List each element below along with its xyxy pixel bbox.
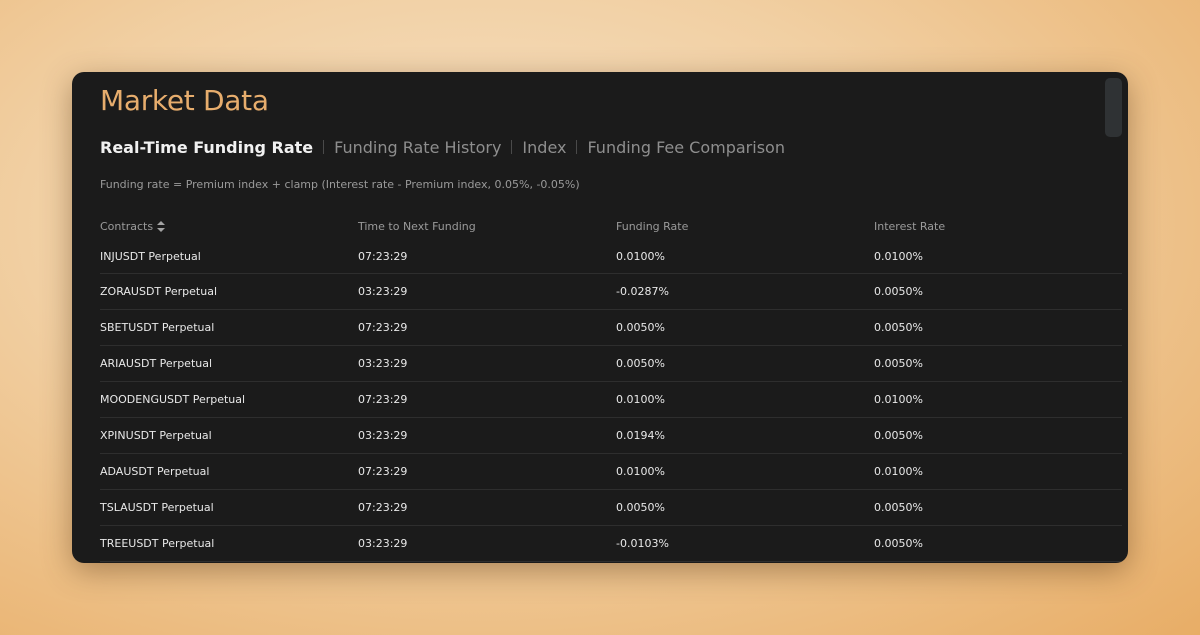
next-funding-time-cell: 03:23:29 — [358, 357, 408, 370]
tab-divider — [511, 140, 513, 154]
interest-rate-cell: 0.0100% — [874, 465, 923, 478]
funding-rate-cell: 0.0100% — [616, 250, 665, 263]
table-header: Contracts Time to Next Funding Funding R… — [100, 212, 1122, 240]
next-funding-time-cell: 07:23:29 — [358, 250, 408, 263]
funding-rate-cell: 0.0194% — [616, 429, 665, 442]
scrollbar-thumb[interactable] — [1105, 78, 1122, 137]
next-funding-time-cell: 07:23:29 — [358, 321, 408, 334]
contract-cell: MOODENGUSDT Perpetual — [100, 393, 246, 406]
tab-real-time-funding-rate[interactable]: Real-Time Funding Rate — [100, 138, 313, 157]
funding-rate-cell: 0.0100% — [616, 465, 665, 478]
interest-rate-cell: 0.0050% — [874, 357, 923, 370]
funding-rate-cell: 0.0050% — [616, 501, 665, 514]
next-funding-time-cell: 07:23:29 — [358, 393, 408, 406]
funding-rate-cell: -0.0103% — [616, 537, 669, 550]
interest-rate-cell: 0.0100% — [874, 393, 923, 406]
funding-rate-cell: 0.0100% — [616, 393, 665, 406]
column-header-contracts[interactable]: Contracts — [100, 220, 358, 233]
contract-cell: INJUSDT Perpetual — [100, 250, 201, 263]
tab-funding-fee-comparison[interactable]: Funding Fee Comparison — [587, 138, 785, 157]
contract-cell: ZORAUSDT Perpetual — [100, 285, 217, 298]
contract-cell: ARIAUSDT Perpetual — [100, 357, 213, 370]
table-row[interactable]: ZORAUSDT Perpetual 03:23:29 -0.0287% 0.0050… — [100, 274, 1122, 310]
tab-funding-rate-history[interactable]: Funding Rate History — [334, 138, 501, 157]
next-funding-time-cell: 07:23:29 — [358, 465, 408, 478]
column-header-interest-rate: Interest Rate — [874, 219, 946, 233]
table-row[interactable]: INJUSDT Perpetual 07:23:29 0.0100% 0.0100% — [100, 240, 1122, 274]
funding-rate-cell: -0.0287% — [616, 285, 669, 298]
table-row[interactable]: XPINUSDT Perpetual 03:23:29 0.0194% 0.0050% — [100, 418, 1122, 454]
interest-rate-cell: 0.0050% — [874, 537, 923, 550]
funding-rate-cell: 0.0050% — [616, 357, 665, 370]
contract-cell: SBETUSDT Perpetual — [100, 321, 215, 334]
interest-rate-cell: 0.0050% — [874, 321, 923, 334]
interest-rate-cell: 0.0050% — [874, 429, 923, 442]
tab-divider — [323, 140, 325, 154]
column-header-funding-rate: Funding Rate — [616, 219, 689, 233]
funding-rate-formula: Funding rate = Premium index + clamp (In… — [100, 178, 580, 191]
contract-cell: XPINUSDT Perpetual — [100, 429, 212, 442]
contract-cell: TSLAUSDT Perpetual — [100, 501, 214, 514]
interest-rate-cell: 0.0100% — [874, 250, 923, 263]
sort-icon[interactable] — [157, 221, 166, 232]
funding-rate-table: Contracts Time to Next Funding Funding R… — [100, 212, 1122, 562]
next-funding-time-cell: 03:23:29 — [358, 429, 408, 442]
market-data-panel: Market Data Real-Time Funding Rate Fundi… — [72, 72, 1128, 563]
funding-rate-cell: 0.0050% — [616, 321, 665, 334]
interest-rate-cell: 0.0050% — [874, 501, 923, 514]
tab-index[interactable]: Index — [522, 138, 566, 157]
contract-cell: ADAUSDT Perpetual — [100, 465, 210, 478]
table-row[interactable]: ADAUSDT Perpetual 07:23:29 0.0100% 0.0100% — [100, 454, 1122, 490]
interest-rate-cell: 0.0050% — [874, 285, 923, 298]
table-row[interactable]: SBETUSDT Perpetual 07:23:29 0.0050% 0.0050% — [100, 310, 1122, 346]
tab-divider — [576, 140, 578, 154]
next-funding-time-cell: 03:23:29 — [358, 285, 408, 298]
next-funding-time-cell: 07:23:29 — [358, 501, 408, 514]
table-row[interactable]: TREEUSDT Perpetual 03:23:29 -0.0103% 0.0050… — [100, 526, 1122, 562]
column-header-label: Contracts — [100, 219, 154, 233]
table-row[interactable]: TSLAUSDT Perpetual 07:23:29 0.0050% 0.0050% — [100, 490, 1122, 526]
column-header-time-to-next-funding: Time to Next Funding — [358, 219, 476, 233]
table-row[interactable]: ARIAUSDT Perpetual 03:23:29 0.0050% 0.0050% — [100, 346, 1122, 382]
page-title: Market Data — [100, 84, 269, 117]
next-funding-time-cell: 03:23:29 — [358, 537, 408, 550]
table-body: INJUSDT Perpetual 07:23:29 0.0100% 0.0100% Z… — [100, 240, 1122, 562]
contract-cell: TREEUSDT Perpetual — [100, 537, 215, 550]
table-row[interactable]: MOODENGUSDT Perpetual 07:23:29 0.0100% 0.01… — [100, 382, 1122, 418]
tab-bar: Real-Time Funding Rate Funding Rate Hist… — [100, 136, 785, 158]
